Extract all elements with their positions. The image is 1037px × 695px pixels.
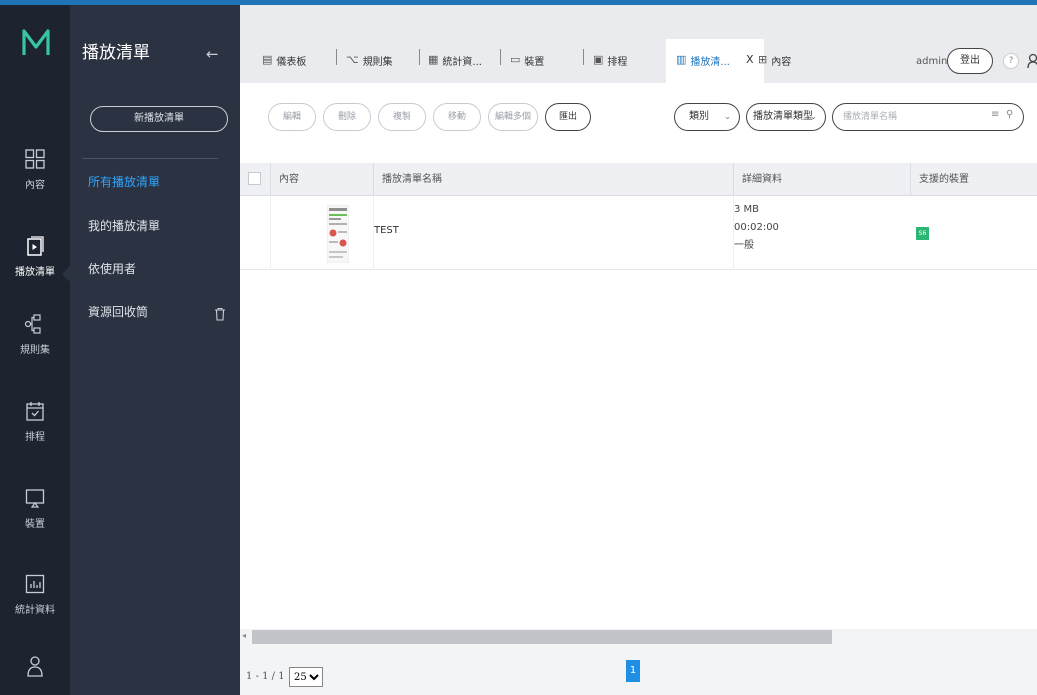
tab-label: 儀表板: [276, 57, 307, 68]
grid-icon: ⊞: [758, 53, 768, 66]
playlist-name-cell[interactable]: TEST: [373, 197, 733, 270]
list-filter-icon[interactable]: ≡: [991, 109, 999, 120]
tab-label: 內容: [771, 57, 792, 68]
tab-label: 排程: [607, 57, 628, 68]
panel-link-all-playlists[interactable]: 所有播放清單: [88, 173, 160, 190]
calendar-icon: ▣: [593, 53, 604, 66]
playlist-type-select-label: 播放清單類型: [753, 111, 813, 122]
current-user: admin: [916, 56, 948, 67]
trash-icon[interactable]: [214, 307, 226, 321]
playlist-name: TEST: [374, 225, 399, 236]
playlist-table: 內容 播放清單名稱 詳細資料 支援的裝置 TEST 3 MB 00:02:00 …: [240, 163, 1037, 633]
column-header-details[interactable]: 詳細資料: [733, 163, 905, 196]
rail-item-label: 規則集: [20, 345, 50, 356]
duration-value: 00:02:00: [734, 222, 779, 233]
rail-item-label: 裝置: [25, 519, 45, 530]
chevron-down-icon: ⌄: [724, 112, 731, 121]
panel-link-my-playlists[interactable]: 我的播放清單: [88, 217, 160, 234]
grid-icon: [25, 149, 45, 169]
dashboard-icon: ▤: [262, 53, 273, 66]
left-rail: 內容 播放清單 規則集 排程 裝置 統計資料: [0, 5, 71, 695]
rail-item-label: 排程: [25, 432, 45, 443]
ruleset-icon: [24, 314, 41, 334]
select-all-checkbox[interactable]: [248, 172, 261, 185]
rail-item-schedule[interactable]: 排程: [0, 400, 70, 480]
category-select-label: 類別: [689, 111, 709, 122]
panel-link-recycle-bin[interactable]: 資源回收筒: [88, 303, 148, 320]
edit-button[interactable]: 編輯: [268, 103, 316, 131]
table-header: 內容 播放清單名稱 詳細資料 支援的裝置: [240, 163, 1037, 196]
type-value: 一般: [734, 240, 754, 251]
tab-bar: ▤ 儀表板 ⌥ 規則集 ▦ 統計資... ▭ 裝置 ▣ 排程 ▥ 播放清... …: [240, 5, 1037, 83]
rail-item-ruleset[interactable]: 規則集: [0, 313, 70, 393]
tab-label: 統計資...: [442, 57, 482, 68]
rail-item-label: 播放清單: [15, 267, 55, 278]
panel-link-by-user[interactable]: 依使用者: [88, 260, 136, 277]
tab-label: 播放清...: [690, 57, 730, 68]
tab-separator: [583, 49, 584, 65]
export-button[interactable]: 匯出: [545, 103, 591, 131]
tab-separator: [419, 49, 420, 65]
rail-item-device[interactable]: 裝置: [0, 487, 70, 567]
horizontal-scrollbar[interactable]: ◂: [240, 629, 1037, 645]
device-icon: [25, 489, 45, 508]
column-header-name[interactable]: 播放清單名稱: [373, 163, 733, 196]
playlist-type-select[interactable]: 播放清單類型 ⌄: [746, 103, 826, 131]
scroll-left-arrow-icon[interactable]: ◂: [242, 631, 246, 640]
rail-item-stats[interactable]: 統計資料: [0, 573, 70, 653]
scrollbar-thumb[interactable]: [252, 630, 832, 644]
playlist-thumbnail: [327, 205, 349, 263]
panel-divider: [82, 158, 218, 159]
column-header-content[interactable]: 內容: [270, 163, 373, 196]
tab-playlist[interactable]: ▥ 播放清... X: [666, 39, 764, 83]
main-area: ▤ 儀表板 ⌥ 規則集 ▦ 統計資... ▭ 裝置 ▣ 排程 ▥ 播放清... …: [240, 5, 1037, 695]
calendar-icon: [26, 402, 44, 421]
tab-label: 規則集: [362, 57, 393, 68]
page-size-select[interactable]: 25: [289, 667, 323, 687]
app-logo-icon[interactable]: [20, 27, 52, 59]
panel-title: 播放清單: [82, 43, 150, 63]
device-badge: S6: [916, 227, 929, 240]
tab-separator: [500, 49, 501, 65]
close-tab-icon[interactable]: X: [746, 53, 754, 66]
category-select[interactable]: 類別 ⌄: [674, 103, 740, 131]
tab-label: 裝置: [524, 57, 545, 68]
user-icon: [27, 656, 43, 677]
ruleset-icon: ⌥: [346, 53, 359, 66]
content-cell: [270, 197, 373, 270]
column-header-devices[interactable]: 支援的裝置: [910, 163, 1037, 196]
table-row[interactable]: TEST 3 MB 00:02:00 一般 S6: [240, 197, 1037, 270]
size-value: 3 MB: [734, 204, 760, 215]
search-icon[interactable]: ⚲: [1006, 109, 1013, 120]
stats-icon: ▦: [428, 53, 439, 66]
device-icon: ▭: [510, 53, 521, 66]
rail-item-content[interactable]: 內容: [0, 148, 70, 228]
tab-separator: [336, 49, 337, 65]
edit-multiple-button[interactable]: 編輯多個: [488, 103, 538, 131]
delete-button[interactable]: 刪除: [323, 103, 371, 131]
playlist-side-panel: 播放清單 ← 新播放清單 所有播放清單 我的播放清單 依使用者 資源回收筒: [70, 5, 240, 695]
rail-item-user[interactable]: [0, 655, 70, 695]
rail-item-label: 內容: [25, 180, 45, 191]
toolbar: 編輯 刪除 複製 移動 編輯多個 匯出 類別 ⌄ 播放清單類型 ⌄ ≡ ⚲: [240, 83, 1037, 163]
collapse-panel-arrow-icon[interactable]: ←: [206, 45, 219, 63]
page-number-button[interactable]: 1: [626, 660, 640, 682]
chevron-down-icon: ⌄: [810, 112, 817, 121]
user-menu-icon[interactable]: [1027, 53, 1037, 69]
help-button[interactable]: ?: [1003, 53, 1019, 69]
playlist-icon: [27, 236, 44, 256]
chart-icon: [25, 574, 45, 594]
rail-item-playlist[interactable]: 播放清單: [0, 235, 71, 315]
playlist-search: ≡ ⚲: [832, 103, 1024, 131]
copy-button[interactable]: 複製: [378, 103, 426, 131]
rail-item-label: 統計資料: [15, 605, 55, 616]
playlist-search-input[interactable]: [843, 109, 983, 125]
details-cell: 3 MB 00:02:00 一般: [733, 197, 905, 270]
logout-button[interactable]: 登出: [947, 48, 993, 74]
move-button[interactable]: 移動: [433, 103, 481, 131]
playlist-icon: ▥: [676, 53, 687, 66]
new-playlist-button[interactable]: 新播放清單: [90, 106, 228, 132]
pagination: 1 - 1 / 1 25 1: [240, 645, 1037, 695]
page-range: 1 - 1 / 1: [246, 671, 285, 682]
